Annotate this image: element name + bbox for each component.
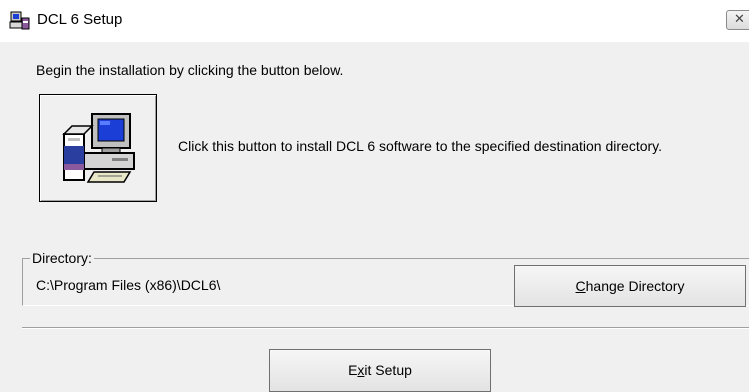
computer-setup-icon [62,113,135,183]
setup-app-icon [9,9,31,31]
title-bar: DCL 6 Setup ✕ [0,0,749,42]
directory-label: Directory: [30,250,94,266]
install-description: Click this button to install DCL 6 softw… [178,138,663,154]
setup-dialog: DCL 6 Setup ✕ Begin the installation by … [0,0,749,392]
change-directory-label: Change Directory [575,278,685,294]
exit-setup-label: Exit Setup [348,362,412,378]
intro-text: Begin the installation by clicking the b… [36,62,344,78]
install-button[interactable] [39,94,157,202]
close-button[interactable]: ✕ [726,10,749,30]
window-title: DCL 6 Setup [37,11,123,28]
directory-path: C:\Program Files (x86)\DCL6\ [36,277,221,293]
separator [22,327,749,329]
change-directory-button[interactable]: Change Directory [514,265,746,307]
close-icon: ✕ [734,12,745,27]
exit-setup-button[interactable]: Exit Setup [269,349,491,392]
